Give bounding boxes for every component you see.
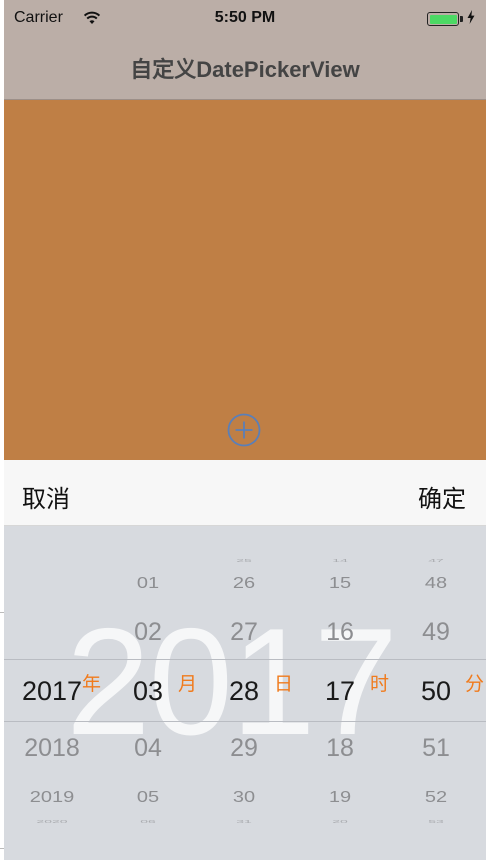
minute-unit-label: 分	[465, 674, 485, 695]
minute-option[interactable]: 47	[388, 557, 484, 563]
year-option[interactable]: 2018	[4, 734, 100, 763]
minute-option[interactable]: 48	[388, 574, 484, 592]
year-option[interactable]: 2020	[4, 818, 100, 824]
hour-option[interactable]: 15	[292, 574, 388, 592]
minute-option[interactable]: 51	[388, 734, 484, 763]
battery-icon	[427, 12, 463, 26]
day-option[interactable]: 29	[196, 734, 292, 763]
hour-option[interactable]: 16	[292, 618, 388, 647]
minute-option[interactable]: 49	[388, 618, 484, 647]
day-option[interactable]: 26	[196, 574, 292, 592]
month-option[interactable]: 02	[100, 618, 196, 647]
hour-unit-label: 时	[370, 674, 390, 695]
month-option[interactable]: 05	[100, 788, 196, 806]
cancel-button[interactable]: 取消	[22, 479, 70, 514]
hour-option[interactable]: 19	[292, 788, 388, 806]
phone-screen: Carrier 5:50 PM 自定义DatePickerView 取消 确定	[4, 0, 486, 860]
page-title: 自定义DatePickerView	[130, 57, 360, 82]
content-area	[4, 100, 486, 460]
picker-toolbar: 取消 确定	[4, 460, 486, 526]
month-unit-label: 月	[178, 674, 198, 695]
minute-option[interactable]: 52	[388, 788, 484, 806]
month-option[interactable]: 06	[100, 818, 196, 824]
minute-option[interactable]: 53	[388, 818, 484, 824]
status-bar: Carrier 5:50 PM	[4, 0, 486, 40]
year-unit-label: 年	[82, 674, 102, 695]
hour-option[interactable]: 20	[292, 818, 388, 824]
day-option[interactable]: 30	[196, 788, 292, 806]
confirm-button[interactable]: 确定	[418, 479, 466, 514]
status-time: 5:50 PM	[214, 9, 276, 26]
hour-option[interactable]: 14	[292, 557, 388, 563]
day-option[interactable]: 31	[196, 818, 292, 824]
year-option[interactable]: 2019	[4, 788, 100, 806]
bolt-icon	[467, 10, 475, 24]
day-unit-label: 日	[274, 674, 294, 695]
navigation-header: Carrier 5:50 PM 自定义DatePickerView	[4, 0, 486, 100]
plus-circle-icon[interactable]	[227, 413, 261, 447]
month-option[interactable]: 04	[100, 734, 196, 763]
date-picker[interactable]: 2017 2017 2018 2019 2020 年 01 02 03 04 0…	[4, 526, 486, 860]
month-option[interactable]: 01	[100, 574, 196, 592]
day-option[interactable]: 27	[196, 618, 292, 647]
hour-option[interactable]: 18	[292, 734, 388, 763]
day-option[interactable]: 25	[196, 557, 292, 563]
